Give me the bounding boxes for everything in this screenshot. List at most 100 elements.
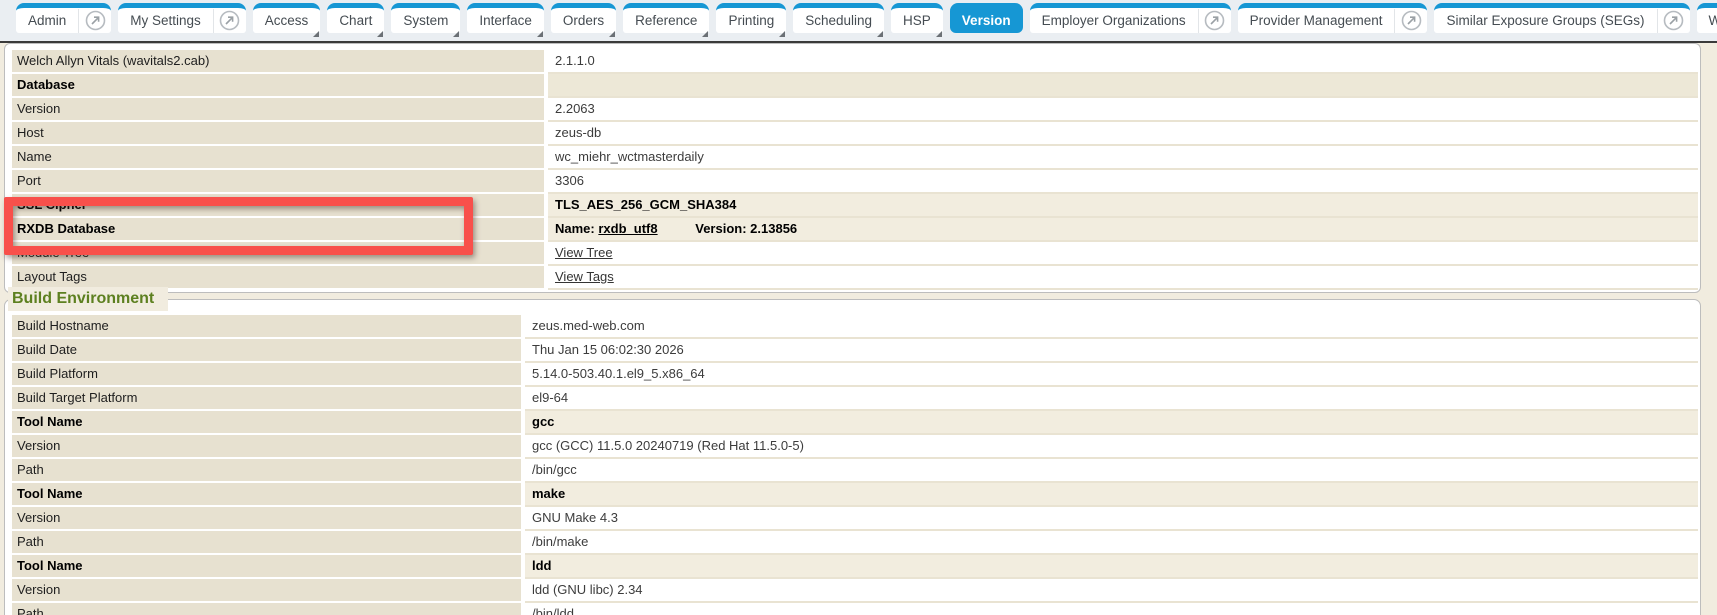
table-row: Version GNU Make 4.3 <box>12 507 1698 529</box>
tab-label[interactable]: Orders <box>551 9 616 33</box>
tab-system[interactable]: System <box>391 3 460 33</box>
row-value: 2.1.1.0 <box>548 50 1698 72</box>
dropdown-corner-icon <box>377 31 383 37</box>
table-row: Build Target Platform el9-64 <box>12 387 1698 409</box>
tab-orders[interactable]: Orders <box>551 3 616 33</box>
tab-hsp[interactable]: HSP <box>891 3 943 33</box>
tab-bar: Admin My Settings Access Chart System In… <box>0 0 1717 41</box>
row-label: Layout Tags <box>12 266 544 288</box>
tab-label[interactable]: Interface <box>467 9 544 33</box>
rxdb-name-label: Name: <box>555 221 595 236</box>
row-value: View Tree <box>548 242 1698 264</box>
row-label: Tool Name <box>12 411 521 433</box>
row-label: Path <box>12 531 521 553</box>
tab-interface[interactable]: Interface <box>467 3 544 33</box>
view-tree-link[interactable]: View Tree <box>555 245 613 260</box>
table-row: Version ldd (GNU libc) 2.34 <box>12 579 1698 601</box>
row-label: Version <box>12 507 521 529</box>
rxdb-version-value: 2.13856 <box>750 221 797 236</box>
table-row: Host zeus-db <box>12 122 1698 144</box>
row-label: Tool Name <box>12 555 521 577</box>
tab-version[interactable]: Version <box>950 3 1023 33</box>
row-value: 2.2063 <box>548 98 1698 120</box>
popout-icon[interactable] <box>213 9 246 33</box>
tab-provider-management[interactable]: Provider Management <box>1238 3 1428 33</box>
table-row: Name wc_miehr_wctmasterdaily <box>12 146 1698 168</box>
row-label: Host <box>12 122 544 144</box>
dropdown-corner-icon <box>609 31 615 37</box>
tab-label[interactable]: Admin <box>16 9 78 33</box>
popout-icon[interactable] <box>1394 9 1427 33</box>
row-value: TLS_AES_256_GCM_SHA384 <box>548 194 1698 216</box>
row-value: ldd <box>525 555 1698 577</box>
row-label: Port <box>12 170 544 192</box>
tab-employer-organizations[interactable]: Employer Organizations <box>1030 3 1231 33</box>
row-label: Build Target Platform <box>12 387 521 409</box>
table-row-layout-tags: Layout Tags View Tags <box>12 266 1698 288</box>
dropdown-corner-icon <box>877 31 883 37</box>
row-label: RXDB Database <box>12 218 544 240</box>
row-value: gcc <box>525 411 1698 433</box>
row-value: el9-64 <box>525 387 1698 409</box>
popout-icon[interactable] <box>78 9 111 33</box>
table-row-tool-name: Tool Name gcc <box>12 411 1698 433</box>
tab-label[interactable]: Similar Exposure Groups (SEGs) <box>1434 9 1656 33</box>
tab-scheduling[interactable]: Scheduling <box>793 3 884 33</box>
tab-label[interactable]: My Settings <box>118 9 213 33</box>
row-label: Version <box>12 98 544 120</box>
popout-icon[interactable] <box>1657 9 1690 33</box>
tab-printing[interactable]: Printing <box>716 3 786 33</box>
row-value: zeus-db <box>548 122 1698 144</box>
build-environment-heading: Build Environment <box>8 287 168 311</box>
table-row: Build Hostname zeus.med-web.com <box>12 315 1698 337</box>
table-row: Version 2.2063 <box>12 98 1698 120</box>
row-value: 3306 <box>548 170 1698 192</box>
row-value: Name: rxdb_utf8 Version: 2.13856 <box>548 218 1698 240</box>
row-value: /bin/make <box>525 531 1698 553</box>
tab-label[interactable]: Version <box>950 9 1023 33</box>
tab-work-lo-truncated[interactable]: Work Lo <box>1697 3 1717 33</box>
tab-label[interactable]: HSP <box>891 9 943 33</box>
row-value: ldd (GNU libc) 2.34 <box>525 579 1698 601</box>
rxdb-name-link[interactable]: rxdb_utf8 <box>598 221 657 236</box>
tab-label[interactable]: Reference <box>623 9 709 33</box>
tab-access[interactable]: Access <box>253 3 321 33</box>
row-label: Module Tree <box>12 242 544 264</box>
row-value: 5.14.0-503.40.1.el9_5.x86_64 <box>525 363 1698 385</box>
row-value: Thu Jan 15 06:02:30 2026 <box>525 339 1698 361</box>
row-label: Welch Allyn Vitals (wavitals2.cab) <box>12 50 544 72</box>
dropdown-corner-icon <box>779 31 785 37</box>
row-label: Tool Name <box>12 483 521 505</box>
tab-similar-exposure-groups[interactable]: Similar Exposure Groups (SEGs) <box>1434 3 1689 33</box>
table-row-ssl-cipher: SSL Cipher TLS_AES_256_GCM_SHA384 <box>12 194 1698 216</box>
tab-label[interactable]: Provider Management <box>1238 9 1395 33</box>
build-environment-panel: Build Environment Build Hostname zeus.me… <box>4 299 1701 615</box>
row-value: /bin/ldd <box>525 603 1698 615</box>
tab-label[interactable]: Access <box>253 9 321 33</box>
table-row-module-tree: Module Tree View Tree <box>12 242 1698 264</box>
table-row: Build Date Thu Jan 15 06:02:30 2026 <box>12 339 1698 361</box>
tab-label[interactable]: Employer Organizations <box>1030 9 1198 33</box>
row-label: Build Hostname <box>12 315 521 337</box>
tab-label[interactable]: Scheduling <box>793 9 884 33</box>
tab-label[interactable]: Chart <box>327 9 384 33</box>
table-row: Port 3306 <box>12 170 1698 192</box>
table-row: Path /bin/ldd <box>12 603 1698 615</box>
tab-label[interactable]: Work Lo <box>1697 9 1717 33</box>
row-label: Build Platform <box>12 363 521 385</box>
tab-my-settings[interactable]: My Settings <box>118 3 246 33</box>
tab-reference[interactable]: Reference <box>623 3 709 33</box>
row-value: wc_miehr_wctmasterdaily <box>548 146 1698 168</box>
tab-chart[interactable]: Chart <box>327 3 384 33</box>
tab-label[interactable]: Printing <box>716 9 786 33</box>
row-label: Database <box>12 74 544 96</box>
tab-admin[interactable]: Admin <box>16 3 111 33</box>
dropdown-corner-icon <box>313 31 319 37</box>
tab-label[interactable]: System <box>391 9 460 33</box>
dropdown-corner-icon <box>453 31 459 37</box>
view-tags-link[interactable]: View Tags <box>555 269 614 284</box>
row-value: make <box>525 483 1698 505</box>
popout-icon[interactable] <box>1198 9 1231 33</box>
row-label: Name <box>12 146 544 168</box>
table-row-rxdb-database: RXDB Database Name: rxdb_utf8 Version: 2… <box>12 218 1698 240</box>
